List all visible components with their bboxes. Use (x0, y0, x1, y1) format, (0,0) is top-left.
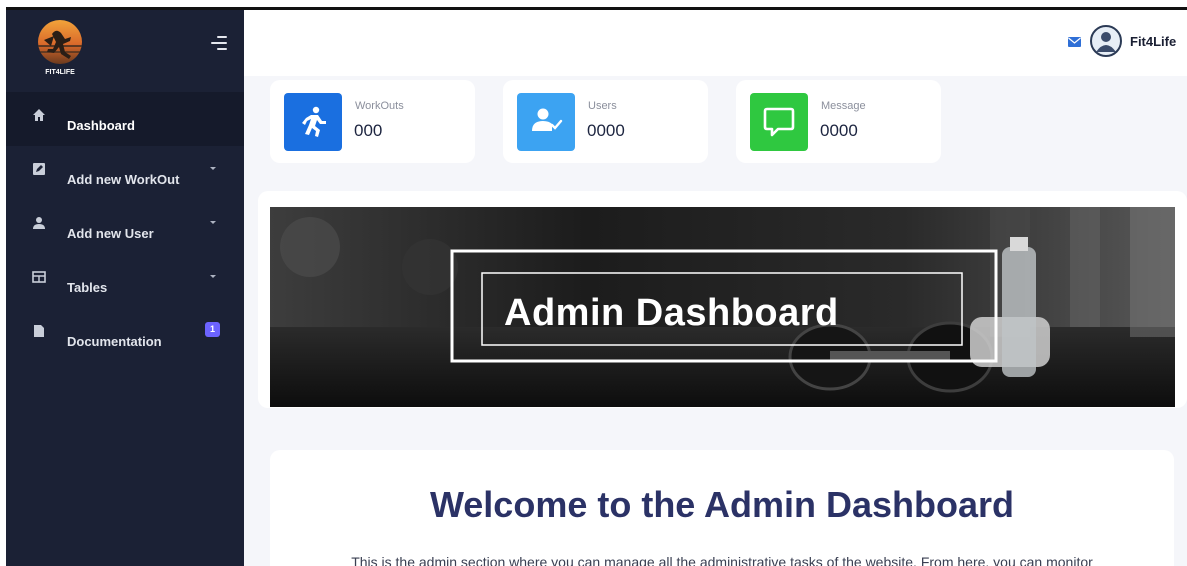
welcome-title: Welcome to the Admin Dashboard (429, 484, 1015, 525)
gym-banner-image: Admin Dashboard (270, 207, 1175, 407)
sidebar-nav: Dashboard Add new WorkOut Add new User T… (6, 92, 244, 362)
chevron-down-icon (210, 275, 216, 278)
sidebar-item-add-workout[interactable]: Add new WorkOut (6, 146, 244, 200)
chevron-down-icon (210, 221, 216, 224)
sidebar-item-label: Tables (67, 280, 108, 295)
sidebar-item-label: Dashboard (67, 118, 135, 133)
welcome-card: Welcome to the Admin Dashboard This is t… (270, 450, 1174, 566)
mail-icon[interactable] (1068, 37, 1081, 47)
toggle-line (217, 48, 227, 50)
top-navbar: Fit4Life (244, 10, 1187, 76)
edit-icon (33, 163, 45, 175)
running-icon (284, 93, 342, 151)
stat-card-messages: Message 0000 (736, 80, 941, 163)
user-check-icon (517, 93, 575, 151)
banner-title: Admin Dashboard (504, 292, 839, 334)
sidebar-item-label: Add new User (67, 226, 154, 241)
stat-label: Users (588, 100, 617, 112)
brand-name: Fit4Life (1130, 34, 1177, 49)
stat-value: 000 (354, 121, 383, 140)
sidebar-item-dashboard[interactable]: Dashboard (6, 92, 244, 146)
sidebar-item-documentation[interactable]: Documentation 1 (6, 308, 244, 362)
home-icon (33, 109, 45, 121)
toggle-line (217, 36, 227, 38)
stat-label: WorkOuts (355, 100, 404, 112)
message-icon (750, 93, 808, 151)
stat-label: Message (821, 100, 866, 112)
sidebar: FIT4LIFE Dashboard Add new WorkOut Add n… (6, 10, 244, 566)
toggle-line (211, 42, 227, 44)
table-icon (32, 271, 46, 283)
stat-card-users: Users 0000 (503, 80, 708, 163)
stat-card-workouts: WorkOuts 000 (270, 80, 475, 163)
chevron-down-icon (210, 167, 216, 170)
banner-card: Admin Dashboard (258, 191, 1187, 408)
avatar[interactable] (1090, 25, 1122, 57)
stat-value: 0000 (820, 121, 858, 140)
fit4life-logo[interactable]: FIT4LIFE (30, 16, 90, 76)
sidebar-item-label: Add new WorkOut (67, 172, 180, 187)
window-frame (0, 0, 1187, 10)
user-icon (33, 217, 45, 229)
notification-badge: 1 (205, 322, 220, 337)
sidebar-item-add-user[interactable]: Add new User (6, 200, 244, 254)
sidebar-item-label: Documentation (67, 334, 162, 349)
document-icon (34, 325, 44, 337)
stat-value: 0000 (587, 121, 625, 140)
welcome-text: This is the admin section where you can … (351, 554, 1093, 566)
main-content: Fit4Life WorkOuts 000 Users 0000 Message… (244, 10, 1187, 566)
logo-text: FIT4LIFE (45, 69, 75, 76)
sidebar-brand: FIT4LIFE (6, 10, 244, 90)
sidebar-toggle-button[interactable] (207, 34, 227, 52)
sidebar-item-tables[interactable]: Tables (6, 254, 244, 308)
